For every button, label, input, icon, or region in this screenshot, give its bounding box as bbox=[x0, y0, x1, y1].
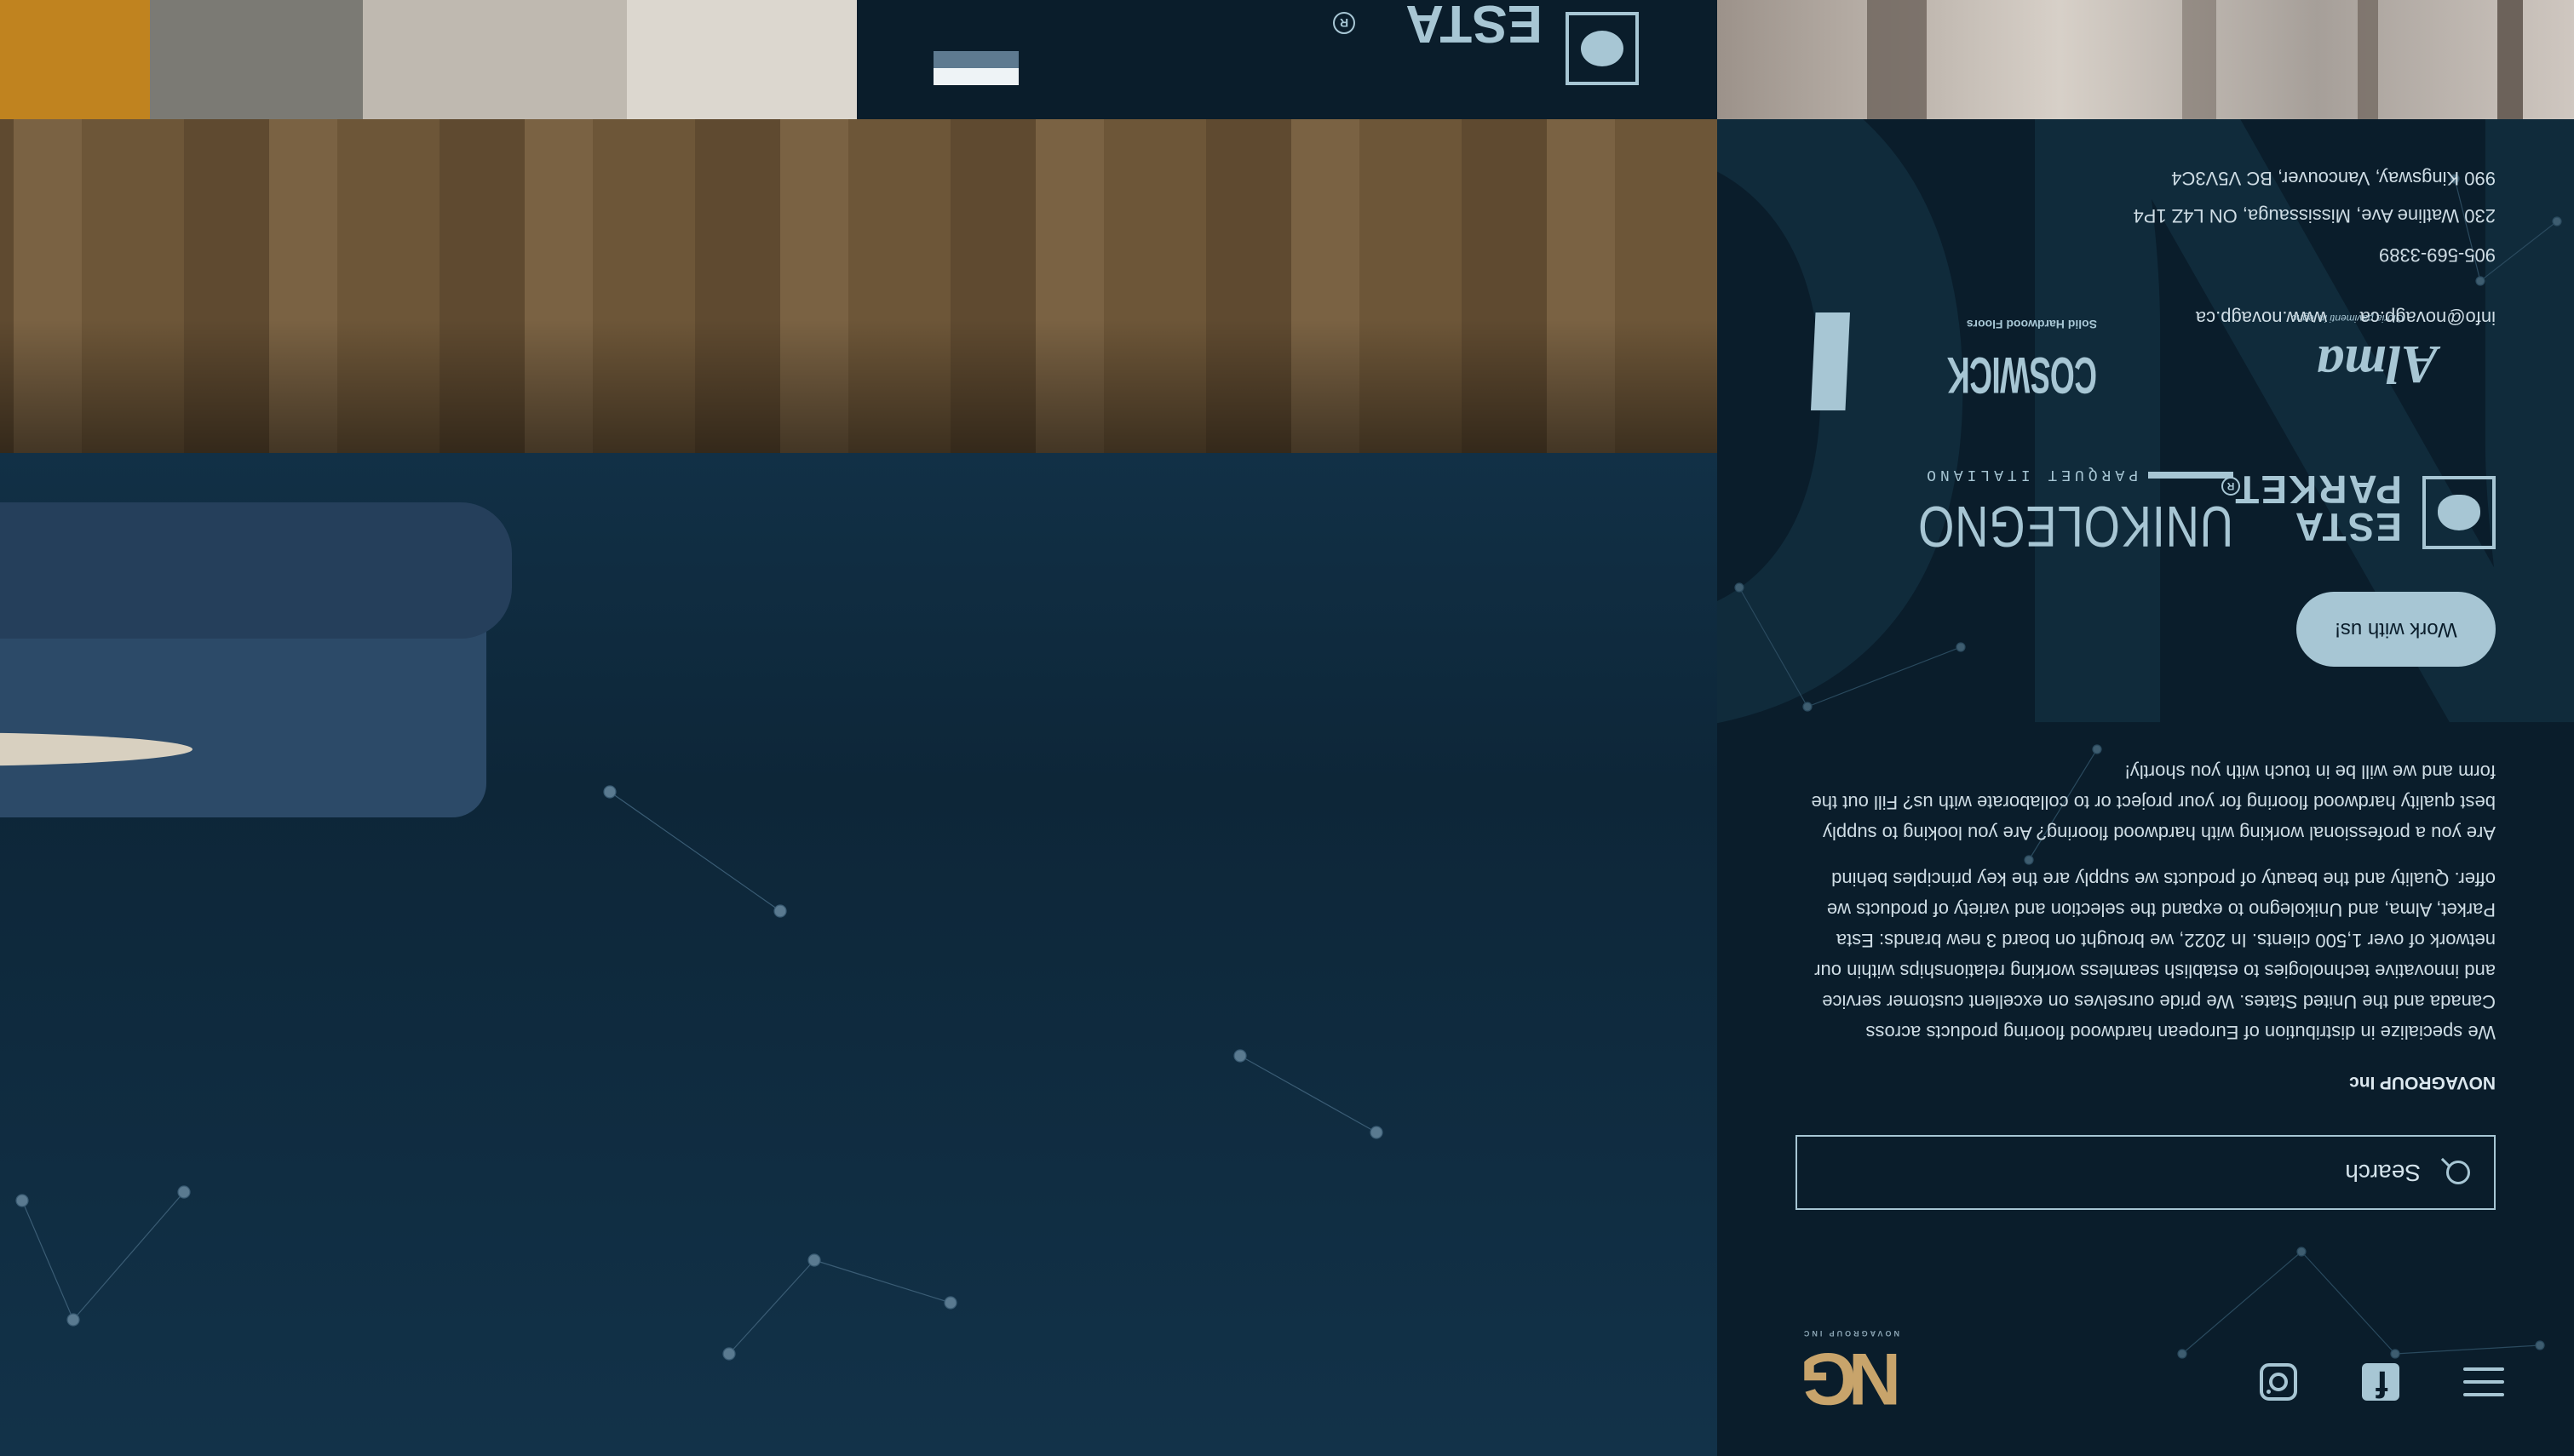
coswick-plank-icon bbox=[1811, 312, 1850, 410]
top-bar: NG NOVAGROUP INC bbox=[1717, 1303, 2574, 1456]
unikolegno-bar bbox=[2148, 472, 2233, 479]
esta-logo-line1: ESTA bbox=[2293, 505, 2402, 549]
logo-mark: NG bbox=[1808, 1338, 1901, 1419]
coswick-subtitle: Solid Hardwood Floors bbox=[1966, 318, 2097, 331]
wood-floor bbox=[0, 119, 1717, 453]
esta-tile-logo-text: ESTA bbox=[1405, 0, 1543, 53]
registered-mark: R bbox=[1333, 12, 1355, 34]
search-input[interactable] bbox=[1993, 1158, 2422, 1187]
esta-logo-tile[interactable]: ESTA R bbox=[857, 0, 1717, 119]
instagram-icon[interactable] bbox=[2260, 1363, 2297, 1401]
alma-name: Alma bbox=[2316, 335, 2438, 395]
work-with-us-button[interactable]: Work with us! bbox=[2296, 592, 2496, 667]
company-description: We specialize in distribution of Europea… bbox=[1814, 868, 2496, 1043]
swatch-dark bbox=[934, 51, 1019, 68]
tile-color-swatch[interactable] bbox=[934, 49, 1019, 85]
tree-trunk bbox=[1867, 0, 1927, 119]
tree-trunk bbox=[2497, 0, 2523, 119]
contact-email[interactable]: info@novagp.ca bbox=[2360, 307, 2496, 329]
contact-address-1: 230 Watline Ave, Mississauga, ON L4Z 1P4 bbox=[2133, 205, 2496, 226]
interior-tile[interactable] bbox=[0, 0, 857, 119]
sofa-seat bbox=[0, 502, 512, 639]
unikolegno-name: UNIKOLEGNO bbox=[1917, 494, 2233, 559]
novagroup-logo[interactable]: NG NOVAGROUP INC bbox=[1801, 1329, 1901, 1419]
esta-parket-logo[interactable]: ESTA PARKET R bbox=[2215, 467, 2496, 553]
hero-room-photo bbox=[0, 119, 1717, 1456]
info-panel: NG NG NOVAGROUP INC bbox=[1717, 119, 2574, 1456]
tree-trunk bbox=[2358, 0, 2378, 119]
coswick-name: COSWICK bbox=[1947, 347, 2097, 404]
esta-logo-line2: PARKET bbox=[2233, 467, 2402, 512]
forest-tile[interactable] bbox=[1717, 0, 2574, 119]
search-icon bbox=[2446, 1161, 2470, 1184]
unikolegno-subtitle: PARQUET ITALIANO bbox=[1922, 466, 2138, 483]
contact-address-2: 990 Kingsway, Vancouver, BC V5V3C4 bbox=[2171, 168, 2496, 189]
unikolegno-logo[interactable]: UNIKOLEGNO PARQUET ITALIANO bbox=[1876, 461, 2233, 559]
search-field[interactable] bbox=[1795, 1135, 2496, 1210]
tree-trunk bbox=[2182, 0, 2216, 119]
logo-subtitle: NOVAGROUP INC bbox=[1801, 1329, 1899, 1338]
alma-logo[interactable]: Alma Gioria pavimenti in legno bbox=[2216, 289, 2472, 395]
company-title: NOVAGROUP Inc bbox=[2349, 1073, 2496, 1092]
contact-phone[interactable]: 905-569-3389 bbox=[2379, 244, 2496, 266]
contact-website[interactable]: www.novagp.ca bbox=[2196, 307, 2327, 329]
page: NG NG NOVAGROUP INC bbox=[0, 0, 2574, 1456]
collaboration-text: Are you a professional working with hard… bbox=[1811, 761, 2496, 844]
swatch-light bbox=[934, 68, 1019, 85]
coswick-logo[interactable]: COSWICK Solid Hardwood Floors bbox=[1790, 300, 2097, 410]
esta-emblem-icon bbox=[1566, 12, 1639, 85]
esta-emblem-icon bbox=[2422, 476, 2496, 549]
facebook-icon[interactable] bbox=[2362, 1363, 2399, 1401]
menu-icon[interactable] bbox=[2463, 1364, 2504, 1396]
